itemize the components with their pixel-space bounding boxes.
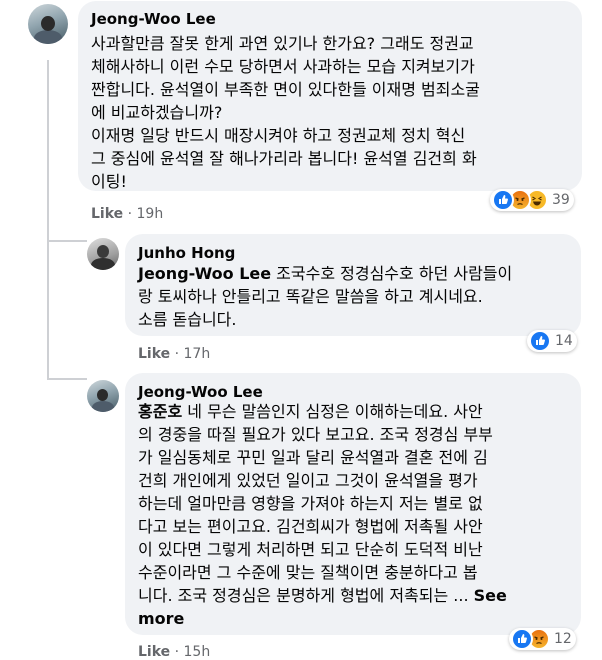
reaction-count: 12	[554, 631, 572, 647]
comment-line: 이재명 일당 반드시 매장시켜야 하고 정권교체 정치 혁신	[91, 126, 466, 145]
like-icon	[492, 189, 514, 211]
see-more-link[interactable]: See	[474, 586, 507, 605]
comment-line: 하는데 얼마만큼 영향을 가져야 하는지 저는 별로 없	[138, 494, 483, 513]
comment-line-text: 조국수호 정경심수호 하던 사람들이	[271, 264, 513, 283]
separator: ·	[174, 644, 184, 660]
mention-tag[interactable]: Jeong-Woo Lee	[138, 264, 271, 283]
timestamp[interactable]: 17h	[184, 346, 211, 362]
like-button[interactable]: Like	[138, 346, 170, 362]
avatar[interactable]	[87, 380, 119, 412]
comment-author[interactable]: Jeong-Woo Lee	[138, 383, 263, 401]
see-more-link[interactable]: more	[138, 609, 184, 628]
comment-line: 랑 토씨하나 안틀리고 똑같은 말씀을 하고 계시네요.	[138, 287, 483, 306]
comment-author[interactable]: Jeong-Woo Lee	[91, 10, 216, 28]
comment-text: Jeong-Woo Lee 조국수호 정경심수호 하던 사람들이 랑 토씨하나 …	[138, 262, 578, 331]
comment-line: 그 중심에 윤석열 잘 해나가리라 봅니다! 윤석열 김건희 화	[91, 149, 477, 168]
comment-line: 이 있다면 그렇게 처리하면 되고 단순히 도덕적 비난	[138, 540, 483, 559]
like-button[interactable]: Like	[91, 206, 123, 222]
comment-line: 홍준호 네 무슨 말씀인지 심정은 이해하는데요. 사안	[138, 400, 578, 423]
reaction-count: 14	[555, 333, 573, 349]
comment-line: 에 비교하겠습니까?	[91, 103, 223, 122]
thread-line	[47, 60, 49, 380]
comment-actions: Like · 15h	[138, 644, 210, 660]
like-button[interactable]: Like	[138, 644, 170, 660]
comment-text: 홍준호 네 무슨 말씀인지 심정은 이해하는데요. 사안 의 경중을 따질 필요…	[138, 400, 578, 630]
separator: ·	[127, 206, 137, 222]
comment-line: Jeong-Woo Lee 조국수호 정경심수호 하던 사람들이	[138, 262, 578, 285]
like-icon	[511, 628, 533, 650]
comment-actions: Like · 17h	[138, 346, 210, 362]
comment-text: 사과할만큼 잘못 한게 과연 있기나 한가요? 그래도 정권교 체해사하니 이런…	[91, 32, 576, 193]
avatar[interactable]	[28, 4, 68, 44]
separator: ·	[174, 346, 184, 362]
comment-line: 소름 돋습니다.	[138, 310, 237, 329]
comment-line: 체해사하니 이런 수모 당하면서 사과하는 모습 지켜보기가	[91, 57, 475, 76]
comment-actions: Like · 19h	[91, 206, 163, 222]
comment-line-text: 네 무슨 말씀인지 심정은 이해하는데요. 사안	[182, 402, 483, 421]
thread-line-branch	[47, 240, 87, 242]
thread-line-branch	[47, 378, 87, 380]
reaction-summary[interactable]: 39	[490, 189, 574, 211]
like-icon	[529, 330, 551, 352]
timestamp[interactable]: 15h	[184, 644, 211, 660]
comment-line: 다고 보는 편이고요. 김건희씨가 형법에 저촉될 사안	[138, 517, 483, 536]
reaction-summary[interactable]: 12	[509, 628, 576, 650]
comment-line: 사과할만큼 잘못 한게 과연 있기나 한가요? 그래도 정권교	[91, 34, 474, 53]
comment-line: 니다. 조국 정경심은 분명하게 형법에 저촉되는 ... See	[138, 584, 578, 607]
comment-line-text: 니다. 조국 정경심은 분명하게 형법에 저촉되는 ...	[138, 586, 474, 605]
comment-line: 건희 개인에게 있었던 일이고 그것이 윤석열을 평가	[138, 471, 478, 490]
reaction-summary[interactable]: 14	[527, 330, 577, 352]
comment-line: 의 경중을 따질 필요가 있다 보고요. 조국 정경심 부부	[138, 425, 493, 444]
comment-line: 짠합니다. 윤석열이 부족한 면이 있다한들 이재명 범죄소굴	[91, 80, 480, 99]
comment-line: 수준이라면 그 수준에 맞는 질책이면 충분하다고 봅	[138, 563, 478, 582]
avatar[interactable]	[87, 238, 119, 270]
mention-tag[interactable]: 홍준호	[138, 402, 182, 421]
timestamp[interactable]: 19h	[137, 206, 164, 222]
comment-author[interactable]: Junho Hong	[138, 244, 235, 262]
reaction-count: 39	[552, 192, 570, 208]
comment-line: 가 일심동체로 꾸민 일과 달리 윤석열과 결혼 전에 김	[138, 448, 488, 467]
